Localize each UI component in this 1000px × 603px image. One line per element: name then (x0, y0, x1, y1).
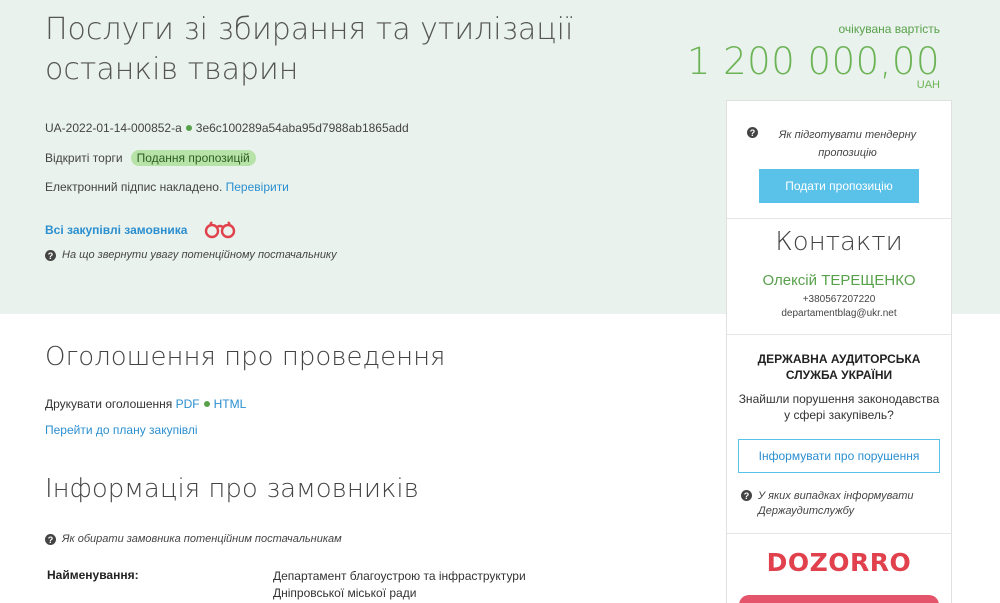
audit-question: Знайшли порушення законодавства у сфері … (738, 392, 940, 422)
supplier-hint[interactable]: ? На що звернути увагу потенційному пост… (45, 249, 337, 261)
separator-dot (185, 125, 192, 132)
question-icon: ? (45, 534, 56, 545)
procedure-type: Відкриті торги (45, 151, 123, 165)
contact-email: departamentblag@ukr.net (781, 308, 897, 319)
audit-hint-text: У яких випадках інформувати Держаудитслу… (758, 490, 914, 517)
sidebar: ? Як підготувати тендерну пропозицію Под… (726, 100, 952, 603)
contact-name: Олексій ТЕРЕЩЕНКО (762, 272, 916, 289)
expected-price-amount: 1 200 000,00 (686, 40, 940, 83)
prepare-hint[interactable]: ? Як підготувати тендерну пропозицію (727, 126, 951, 162)
contacts-title: Контакти (775, 227, 903, 257)
tender-hash: 3e6c100289a54aba95d7988ab1865add (195, 121, 409, 135)
binoculars-icon[interactable] (203, 221, 237, 239)
customer-name-value: Департамент благоустрою та інфраструктур… (273, 569, 526, 600)
print-line: Друкувати оголошення PDF HTML (45, 397, 246, 411)
price-currency: UAH (916, 79, 940, 91)
print-label: Друкувати оголошення (45, 397, 173, 411)
contacts-block: Контакти Олексій ТЕРЕЩЕНКО +380567207220… (727, 219, 951, 335)
audit-block: ДЕРЖАВНА АУДИТОРСЬКА СЛУЖБА УКРАЇНИ Знай… (727, 335, 951, 534)
dozorro-button[interactable] (739, 595, 939, 603)
status-badge: Подання пропозицій (130, 150, 256, 166)
announcement-title: Оголошення про проведення (45, 342, 446, 372)
signature-line: Електронний підпис накладено. Перевірити (45, 180, 289, 194)
customers-title: Інформація про замовників (45, 474, 419, 504)
separator-dot (203, 401, 210, 408)
prepare-hint-text: Як підготувати тендерну пропозицію (778, 129, 917, 159)
plan-line: Перейти до плану закупівлі (45, 423, 198, 437)
procurement-plan-link[interactable]: Перейти до плану закупівлі (45, 423, 198, 437)
report-violation-button[interactable]: Інформувати про порушення (738, 439, 940, 473)
procedure-line: Відкриті торги Подання пропозицій (45, 150, 256, 166)
contact-phone: +380567207220 (802, 294, 876, 305)
verify-signature-link[interactable]: Перевірити (226, 180, 289, 194)
signature-text: Електронний підпис накладено. (45, 180, 223, 194)
question-icon: ? (45, 250, 56, 261)
question-icon: ? (747, 127, 758, 138)
all-purchases-link[interactable]: Всі закупівлі замовника (45, 223, 187, 237)
audit-service-title: ДЕРЖАВНА АУДИТОРСЬКА СЛУЖБА УКРАЇНИ (757, 352, 921, 382)
dozorro-logo[interactable]: DOZORRO (727, 548, 951, 577)
dozorro-block: DOZORRO (727, 534, 951, 577)
tender-id-line: UA-2022-01-14-000852-a 3e6c100289a54aba95… (45, 121, 409, 135)
tender-title: Послуги зі збирання та утилізації останк… (45, 12, 574, 87)
tender-id: UA-2022-01-14-000852-a (45, 121, 182, 135)
submit-proposal-button[interactable]: Подати пропозицію (759, 169, 919, 203)
expected-price-label: очікувана вартість (838, 22, 941, 36)
question-icon: ? (741, 490, 752, 501)
all-purchases-row: Всі закупівлі замовника (45, 221, 237, 239)
customer-hint[interactable]: ? Як обирати замовника потенційним поста… (45, 533, 342, 545)
customer-name-label: Найменування: (47, 568, 139, 582)
print-html-link[interactable]: HTML (214, 397, 247, 411)
supplier-hint-text: На що звернути увагу потенційному постач… (62, 249, 337, 261)
customer-hint-text: Як обирати замовника потенційним постача… (62, 533, 342, 545)
audit-hint[interactable]: ? У яких випадках інформувати Держаудитс… (727, 489, 951, 519)
print-pdf-link[interactable]: PDF (176, 397, 200, 411)
submit-block: ? Як підготувати тендерну пропозицію Под… (727, 101, 951, 219)
